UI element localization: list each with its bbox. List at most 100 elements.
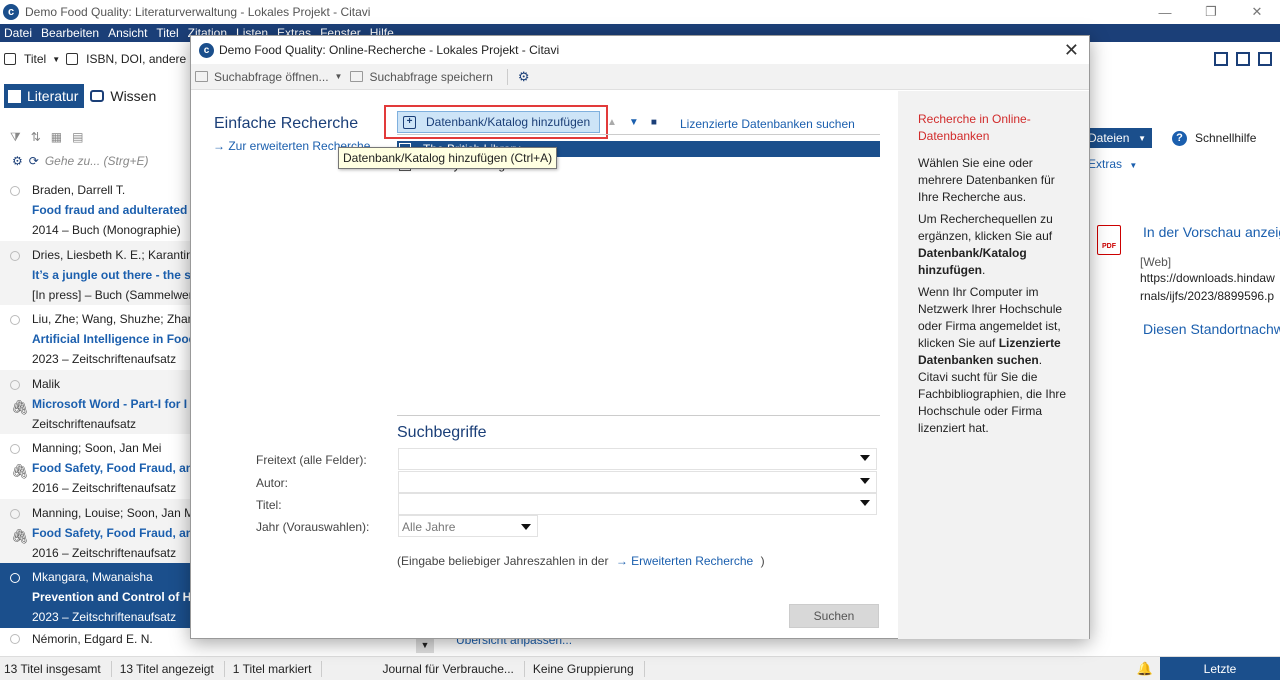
paperclip-icon: 🖇	[11, 527, 29, 544]
sort-icon[interactable]: ⇅	[31, 130, 41, 144]
status-grouping[interactable]: Keine Gruppierung	[529, 660, 645, 677]
filter-icon[interactable]: ⧩	[10, 130, 21, 145]
help-paragraph-2: Um Recherchequellen zu ergänzen, klicken…	[918, 211, 1075, 279]
standort-link[interactable]: Diesen Standortnachw	[1143, 321, 1280, 337]
preview-link[interactable]: In der Vorschau anzeig	[1143, 224, 1280, 240]
move-down-icon[interactable]: ▼	[629, 117, 639, 128]
reference-meta: 2014 – Buch (Monographie)	[32, 223, 181, 237]
bell-icon[interactable]: 🔔	[1130, 661, 1160, 677]
titel-dropdown-label: Titel	[24, 52, 47, 66]
help-bold: Datenbank/Katalog hinzufügen	[918, 246, 1027, 277]
chevron-down-icon: ▼	[52, 54, 61, 64]
dropdown-arrow-icon[interactable]	[860, 478, 870, 484]
isbn-button[interactable]: ISBN, DOI, andere I	[66, 52, 193, 66]
titel-dropdown[interactable]: Titel ▼	[4, 52, 60, 66]
erweiterte-recherche-label: Erweiterten Recherche	[631, 554, 754, 568]
main-titlebar: c Demo Food Quality: Literaturverwaltung…	[0, 0, 1280, 24]
gear-icon[interactable]: ⚙	[12, 154, 23, 168]
dateien-label: Dateien	[1088, 131, 1130, 145]
reference-row-8[interactable]: Némorin, Edgard E. N.	[0, 628, 190, 650]
jahr-label: Jahr (Vorauswahlen):	[256, 520, 370, 534]
save-query-button[interactable]: Suchabfrage speichern	[350, 69, 493, 84]
reference-row-6[interactable]: 🖇 Manning, Louise; Soon, Jan M Food Safe…	[0, 498, 190, 563]
freitext-field[interactable]	[398, 448, 877, 470]
extras-label: Extras	[1088, 157, 1123, 171]
reference-row-4[interactable]: 🖇 Malik Microsoft Word - Part-I for I Ze…	[0, 369, 190, 434]
citavi-logo-icon: c	[199, 42, 214, 58]
minimize-icon[interactable]: —	[1142, 0, 1188, 24]
reference-title: Food Safety, Food Fraud, an	[32, 525, 190, 540]
add-icon: +	[403, 115, 416, 129]
delete-icon[interactable]: ■	[651, 117, 657, 128]
erweiterte-recherche-link[interactable]: → Erweiterten Recherche	[616, 554, 757, 568]
window-controls: — ❐ ✕	[1142, 0, 1280, 24]
open-query-label: Suchabfrage öffnen...	[214, 69, 329, 84]
close-icon[interactable]: ✕	[1234, 0, 1280, 24]
layout-middle-icon[interactable]	[1236, 52, 1250, 66]
reference-row-5[interactable]: 🖇 Manning; Soon, Jan Mei Food Safety, Fo…	[0, 434, 190, 499]
reference-row-1[interactable]: Braden, Darrell T. Food fraud and adulte…	[0, 176, 190, 241]
print-icon[interactable]: ▤	[72, 130, 83, 144]
reference-row-7-selected[interactable]: Mkangara, Mwanaisha Prevention and Contr…	[0, 563, 190, 628]
arrow-right-icon: →	[213, 139, 229, 153]
status-journal[interactable]: Journal für Verbrauche...	[378, 660, 525, 677]
chevron-down-icon: ▼	[334, 72, 343, 81]
layout-right-icon[interactable]	[1258, 52, 1272, 66]
reference-author: Mkangara, Mwanaisha	[32, 570, 153, 584]
pdf-icon: PDF	[1097, 225, 1121, 255]
maximize-icon[interactable]: ❐	[1188, 0, 1234, 24]
reference-row-2[interactable]: Dries, Liesbeth K. E.; Karantinin It’s a…	[0, 240, 190, 305]
reference-row-3[interactable]: Liu, Zhe; Wang, Shuzhe; Zhang Artificial…	[0, 305, 190, 370]
schnellhilfe-button[interactable]: ? Schnellhilfe	[1172, 130, 1256, 146]
nav-literatur[interactable]: Literatur	[4, 84, 85, 108]
open-query-button[interactable]: Suchabfrage öffnen... ▼	[195, 70, 342, 84]
suchen-button[interactable]: Suchen	[789, 604, 879, 628]
letzte-aenderungen-button[interactable]: Letzte Änderungen	[1160, 656, 1280, 680]
menu-titel[interactable]: Titel	[156, 26, 178, 40]
folder-icon	[195, 71, 208, 82]
arrow-right-icon: →	[615, 554, 632, 568]
dialog-title: Demo Food Quality: Online-Recherche - Lo…	[219, 43, 560, 57]
licensed-databases-link[interactable]: Lizenzierte Datenbanken suchen	[680, 117, 855, 131]
goto-search[interactable]: ⚙ ⟳ Gehe zu... (Strg+E)	[0, 150, 192, 172]
dropdown-arrow-icon[interactable]	[860, 455, 870, 461]
freitext-label: Freitext (alle Felder):	[256, 453, 367, 467]
dropdown-arrow-icon[interactable]	[860, 500, 870, 506]
url-line-1: https://downloads.hindaw	[1140, 271, 1275, 285]
extras-dropdown[interactable]: Extras ▼	[1088, 157, 1137, 171]
hint-suffix: )	[760, 554, 765, 568]
save-query-label: Suchabfrage speichern	[369, 69, 493, 84]
reference-author: Liu, Zhe; Wang, Shuzhe; Zhang	[32, 312, 190, 326]
group-icon[interactable]: ▦	[51, 130, 62, 144]
reference-author: Némorin, Edgard E. N.	[32, 632, 153, 646]
scroll-down-button[interactable]: ▼	[416, 637, 434, 653]
jahr-select[interactable]: Alle Jahre	[398, 515, 538, 537]
chevron-down-icon: ▼	[1138, 133, 1146, 143]
dropdown-arrow-icon[interactable]	[521, 524, 531, 530]
add-database-button[interactable]: + Datenbank/Katalog hinzufügen	[397, 111, 600, 133]
nav-wissen[interactable]: Wissen	[90, 88, 156, 104]
einfache-recherche-heading: Einfache Recherche	[214, 115, 359, 132]
gear-icon[interactable]: ⚙	[518, 69, 530, 85]
layout-left-icon[interactable]	[1214, 52, 1228, 66]
year-hint: (Eingabe beliebiger Jahreszahlen in der …	[397, 554, 765, 568]
titel-field[interactable]	[398, 493, 877, 515]
menu-datei[interactable]: Datei	[4, 26, 32, 40]
menu-ansicht[interactable]: Ansicht	[108, 26, 147, 40]
search-options-icon[interactable]: ⟳	[29, 154, 39, 168]
reference-author: Dries, Liesbeth K. E.; Karantinin	[32, 247, 190, 262]
layout-buttons	[1214, 52, 1272, 66]
titel-icon	[4, 53, 16, 65]
close-icon[interactable]: ✕	[1064, 40, 1079, 61]
dialog-toolbar: Suchabfrage öffnen... ▼ Suchabfrage spei…	[191, 64, 1089, 90]
reference-meta: 2016 – Zeitschriftenaufsatz	[32, 545, 177, 560]
status-marked: 1 Titel markiert	[229, 660, 323, 677]
autor-field[interactable]	[398, 471, 877, 493]
status-total: 13 Titel insgesamt	[0, 660, 112, 677]
menu-bearbeiten[interactable]: Bearbeiten	[41, 26, 99, 40]
titel-label: Titel:	[256, 498, 282, 512]
help-text: Um Recherchequellen zu ergänzen, klicken…	[918, 212, 1053, 243]
reference-list: Braden, Darrell T. Food fraud and adulte…	[0, 176, 190, 628]
move-up-icon[interactable]: ▲	[607, 117, 617, 128]
dateien-button[interactable]: Dateien ▼	[1080, 128, 1152, 148]
